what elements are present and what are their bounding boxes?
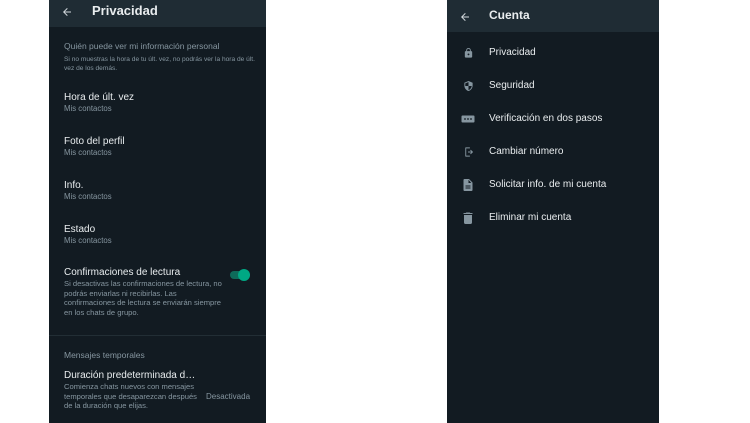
account-item-change-number[interactable]: Cambiar número <box>447 136 659 169</box>
item-value: Mis contactos <box>64 148 112 157</box>
account-item-two-step[interactable]: Verificación en dos pasos <box>447 103 659 136</box>
item-value: Mis contactos <box>64 192 112 201</box>
item-label: Confirmaciones de lectura <box>64 267 181 278</box>
dots-password-icon <box>461 112 475 126</box>
item-description: Si desactivas las confirmaciones de lect… <box>64 279 222 317</box>
item-label: Info. <box>64 180 84 191</box>
item-value: Mis contactos <box>64 236 112 245</box>
item-label: Verificación en dos pasos <box>489 113 603 124</box>
section-header-visibility: Quién puede ver mi información personal <box>64 41 220 51</box>
account-item-privacy[interactable]: Privacidad <box>447 37 659 70</box>
item-label: Duración predeterminada de... <box>64 370 199 381</box>
lock-icon <box>461 46 475 60</box>
document-icon <box>461 178 475 192</box>
page-title: Cuenta <box>489 8 530 22</box>
account-app-bar: Cuenta <box>447 0 659 32</box>
item-label: Privacidad <box>489 47 536 58</box>
back-arrow-icon[interactable] <box>457 9 473 25</box>
privacy-item-profile-photo[interactable]: Foto del perfil Mis contactos <box>64 136 214 158</box>
item-description: Comienza chats nuevos con mensajes tempo… <box>64 382 197 411</box>
item-label: Foto del perfil <box>64 136 125 147</box>
section-header-temporary: Mensajes temporales <box>64 350 145 360</box>
trash-icon <box>461 211 475 225</box>
privacy-app-bar: Privacidad <box>49 0 266 27</box>
toggle-knob <box>238 269 250 281</box>
privacy-item-last-seen[interactable]: Hora de últ. vez Mis contactos <box>64 92 214 114</box>
privacy-item-info[interactable]: Info. Mis contactos <box>64 180 214 202</box>
section-description-visibility: Si no muestras la hora de tu últ. vez, n… <box>64 56 255 72</box>
item-value: Mis contactos <box>64 104 112 113</box>
item-label: Hora de últ. vez <box>64 92 135 103</box>
privacy-screen: Privacidad Quién puede ver mi informació… <box>49 0 266 423</box>
back-arrow-icon[interactable] <box>59 4 75 20</box>
default-duration-value: Desactivada <box>206 392 251 401</box>
item-label: Cambiar número <box>489 146 564 157</box>
item-label: Estado <box>64 224 96 235</box>
page-title: Privacidad <box>92 3 158 18</box>
privacy-item-default-duration[interactable]: Duración predeterminada de... Comienza c… <box>64 370 199 411</box>
shield-icon <box>461 79 475 93</box>
item-label: Seguridad <box>489 80 535 91</box>
privacy-item-read-receipts[interactable]: Confirmaciones de lectura Si desactivas … <box>64 267 224 317</box>
account-item-security[interactable]: Seguridad <box>447 70 659 103</box>
divider <box>49 335 266 336</box>
privacy-item-status[interactable]: Estado Mis contactos <box>64 224 214 246</box>
account-screen: Cuenta Privacidad Seguridad Verificación… <box>447 0 659 423</box>
account-item-delete-account[interactable]: Eliminar mi cuenta <box>447 202 659 235</box>
item-label: Eliminar mi cuenta <box>489 212 572 223</box>
change-number-icon <box>461 145 475 159</box>
item-label: Solicitar info. de mi cuenta <box>489 179 607 190</box>
account-item-request-info[interactable]: Solicitar info. de mi cuenta <box>447 169 659 202</box>
